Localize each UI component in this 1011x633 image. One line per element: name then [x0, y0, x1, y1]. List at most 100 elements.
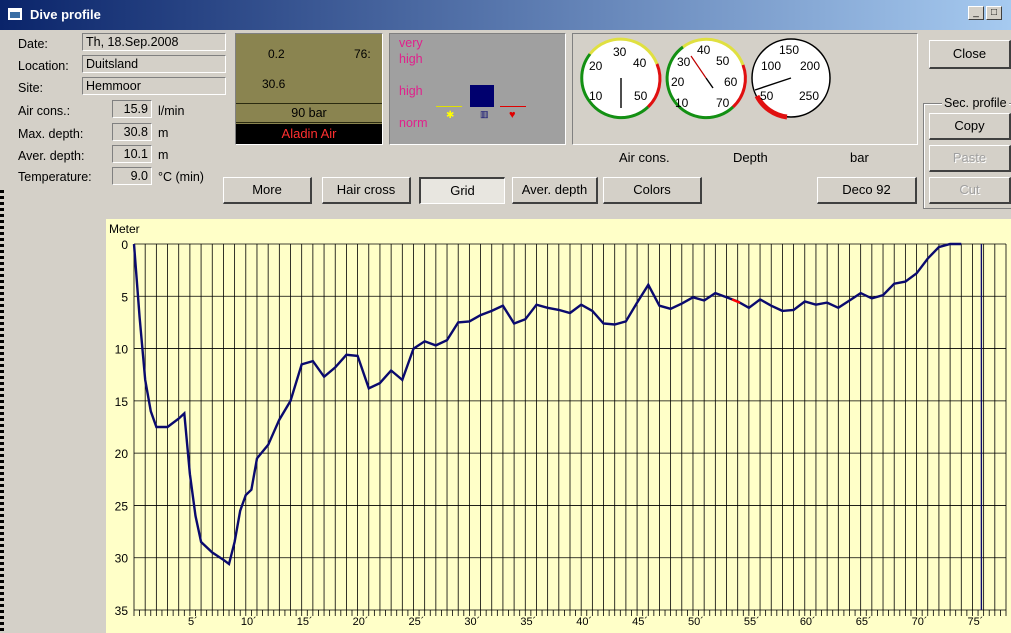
grid-button[interactable]: Grid	[419, 177, 505, 204]
x-tick-label: 20´	[353, 616, 369, 628]
x-tick-label: 40´	[576, 616, 592, 628]
x-tick-label: 75´	[968, 616, 984, 628]
device-name: Aladin Air	[236, 124, 382, 144]
copy-button[interactable]: Copy	[929, 113, 1011, 140]
y-tick-label: 35	[115, 604, 129, 618]
depth-tick-10: 10	[675, 96, 689, 110]
warn-norm: norm	[399, 116, 428, 130]
aver-depth-button[interactable]: Aver. depth	[512, 177, 598, 204]
temperature-unit: °C (min)	[158, 170, 204, 184]
x-tick-label: 30´	[464, 616, 480, 628]
air-tick-20: 20	[589, 59, 603, 73]
y-axis-label: Meter	[109, 222, 140, 236]
avg-depth-unit: m	[158, 148, 169, 162]
warn-high-1: high	[399, 52, 423, 66]
x-tick-label: 25´	[409, 616, 425, 628]
y-tick-label: 10	[115, 343, 129, 357]
bar-tick-250: 250	[799, 89, 819, 103]
depth-gauge-label: Depth	[733, 150, 768, 165]
site-field: Hemmoor	[82, 77, 226, 95]
bar-tick-150: 150	[779, 43, 799, 57]
air-tick-30: 30	[613, 45, 627, 59]
depth-tick-60: 60	[724, 75, 738, 89]
air-cons-value: 15.9	[112, 100, 152, 118]
bar-gauge: 150 100 200 50 250	[751, 38, 831, 120]
x-tick-label: 45´	[632, 616, 648, 628]
avg-depth-label: Aver. depth:	[18, 149, 85, 163]
x-tick-label: 15´	[297, 616, 313, 628]
dive-profile-chart: Meter 0 5 10 15 20 25 30 35 5´ 10´ 15´ 20´ 25´ 30´ 35…	[106, 219, 1011, 633]
pressure-display: 90 bar	[236, 103, 382, 123]
title-bar: Dive profile _ □	[0, 0, 1011, 30]
date-field: Th, 18.Sep.2008	[82, 33, 226, 51]
display-value-a: 0.2	[268, 47, 285, 61]
air-cons-label: Air cons.:	[18, 104, 71, 118]
warn-very: very	[399, 36, 423, 50]
depth-gauge: 40 50 30 20 60 10 70	[665, 37, 747, 120]
bar-gauge-label: bar	[850, 150, 869, 165]
level-indicator	[470, 85, 494, 107]
x-tick-label: 65´	[856, 616, 872, 628]
close-button[interactable]: Close	[929, 40, 1011, 69]
cut-button[interactable]: Cut	[929, 177, 1011, 204]
x-tick-label: 50´	[688, 616, 704, 628]
temperature-value: 9.0	[112, 167, 152, 185]
y-tick-label: 15	[115, 395, 129, 409]
sec-profile-caption: Sec. profile	[942, 96, 1009, 110]
air-tick-50: 50	[634, 89, 648, 103]
bar-tick-50: 50	[760, 89, 774, 103]
x-tick-label: 55´	[744, 616, 760, 628]
air-tick-40: 40	[633, 56, 647, 70]
x-tick-labels: 5´ 10´ 15´ 20´ 25´ 30´ 35´ 40´ 45´ 50´ 55´ 60´ 65´ 70…	[188, 616, 983, 628]
colors-button[interactable]: Colors	[603, 177, 702, 204]
deco-button[interactable]: Deco 92	[817, 177, 917, 204]
site-label: Site:	[18, 81, 44, 95]
air-gauge: 30 40 20 10 50	[580, 37, 662, 120]
window-title: Dive profile	[30, 7, 101, 22]
minimize-icon[interactable]: _	[968, 6, 984, 20]
display-value-c: 30.6	[262, 77, 286, 91]
warn-high-2: high	[399, 84, 423, 98]
x-tick-label: 70´	[912, 616, 928, 628]
air-gauge-label: Air cons.	[619, 150, 670, 165]
dive-computer-display: 0.2 76: 30.6 90 bar Aladin Air	[235, 33, 383, 145]
y-tick-label: 30	[115, 552, 129, 566]
bar-tick-100: 100	[761, 59, 781, 73]
bar-tick-200: 200	[800, 59, 820, 73]
depth-tick-20: 20	[671, 75, 685, 89]
more-button[interactable]: More	[223, 177, 312, 204]
depth-tick-70: 70	[716, 96, 730, 110]
y-tick-label: 20	[115, 447, 129, 461]
depth-tick-30: 30	[677, 55, 691, 69]
x-tick-label: 5´	[188, 616, 198, 628]
air-cons-unit: l/min	[158, 104, 185, 118]
depth-tick-40: 40	[697, 43, 711, 57]
depth-tick-50: 50	[716, 54, 730, 68]
date-label: Date:	[18, 37, 48, 51]
x-tick-label: 60´	[800, 616, 816, 628]
max-depth-unit: m	[158, 126, 169, 140]
max-depth-value: 30.8	[112, 123, 152, 141]
maximize-icon[interactable]: □	[986, 6, 1002, 20]
avg-depth-value: 10.1	[112, 145, 152, 163]
x-tick-label: 35´	[520, 616, 536, 628]
location-label: Location:	[18, 59, 69, 73]
display-value-b: 76:	[354, 47, 371, 61]
gauges-panel: 30 40 20 10 50 40 50 30 20 60 10 70 150 …	[572, 33, 918, 145]
temperature-label: Temperature:	[18, 170, 92, 184]
x-tick-label: 10´	[241, 616, 257, 628]
warning-panel: very high high norm ✱ ▥ ♥	[389, 33, 566, 145]
max-depth-label: Max. depth:	[18, 127, 84, 141]
paste-button[interactable]: Paste	[929, 145, 1011, 172]
sun-icon: ✱	[446, 110, 455, 121]
ascent-icon: ▥	[480, 109, 489, 119]
y-tick-label: 5	[121, 290, 128, 304]
y-tick-label: 0	[121, 238, 128, 252]
y-tick-label: 25	[115, 499, 129, 513]
app-icon	[8, 8, 22, 20]
window-edge	[0, 190, 4, 633]
hair-cross-button[interactable]: Hair cross	[322, 177, 411, 204]
air-tick-10: 10	[589, 89, 603, 103]
location-field: Duitsland	[82, 55, 226, 73]
heart-icon: ♥	[509, 109, 516, 121]
